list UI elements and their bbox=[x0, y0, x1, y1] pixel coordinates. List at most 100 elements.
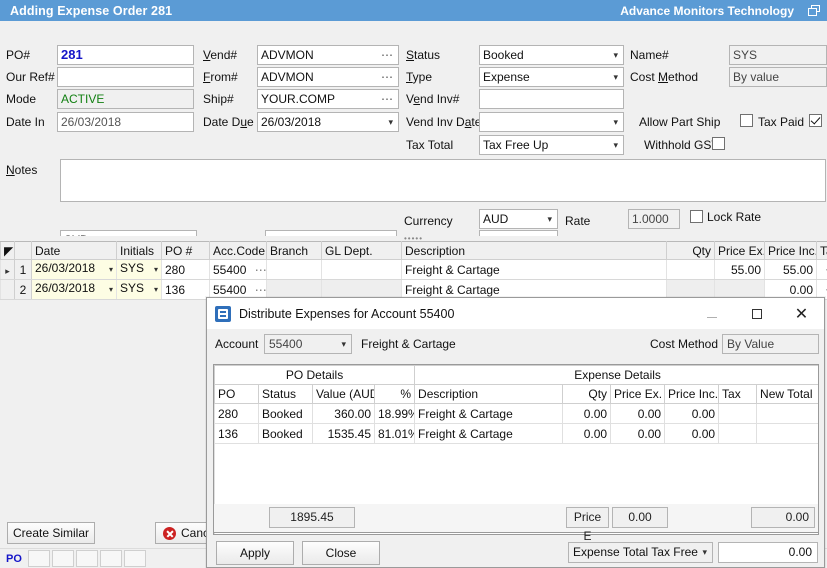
chevron-down-icon[interactable] bbox=[613, 68, 618, 87]
mcol-qty[interactable]: Qty bbox=[563, 385, 611, 404]
col-gldept[interactable]: GL Dept. bbox=[322, 242, 402, 260]
mcell-tax[interactable] bbox=[719, 424, 757, 444]
mcell-description[interactable]: Freight & Cartage bbox=[415, 424, 563, 444]
grid-corner-cell[interactable]: ◤ bbox=[1, 242, 15, 260]
mcell-value[interactable]: 1535.45 bbox=[313, 424, 375, 444]
cell-date[interactable]: 26/03/2018 ▾ bbox=[32, 260, 117, 280]
cell-tax[interactable]: ▾ bbox=[817, 260, 827, 280]
mcell-tax[interactable] bbox=[719, 404, 757, 424]
mcell-po[interactable]: 136 bbox=[215, 424, 259, 444]
name-field[interactable]: SYS bbox=[729, 45, 827, 65]
mcell-pct[interactable]: 18.99% bbox=[375, 404, 415, 424]
mcol-new-total[interactable]: New Total bbox=[757, 385, 819, 404]
ship-lookup-icon[interactable]: ⋯ bbox=[381, 90, 394, 108]
mcell-qty[interactable]: 0.00 bbox=[563, 404, 611, 424]
cell-price-inc[interactable]: 55.00 bbox=[765, 260, 817, 280]
chevron-down-icon[interactable] bbox=[613, 113, 618, 132]
mcol-status[interactable]: Status bbox=[259, 385, 313, 404]
notes-field[interactable] bbox=[60, 159, 826, 202]
cell-gldept[interactable] bbox=[322, 260, 402, 280]
po-field[interactable]: 281 bbox=[57, 45, 194, 65]
date-due-field[interactable]: 26/03/2018 bbox=[257, 112, 399, 132]
mcell-price-inc[interactable]: 0.00 bbox=[665, 424, 719, 444]
chevron-down-icon[interactable] bbox=[613, 46, 618, 65]
col-date[interactable]: Date bbox=[32, 242, 117, 260]
col-acccode[interactable]: Acc.Code bbox=[210, 242, 267, 260]
cell-branch[interactable] bbox=[267, 260, 322, 280]
cell-po[interactable]: 280 bbox=[162, 260, 210, 280]
history-icon[interactable] bbox=[124, 550, 146, 567]
vend-inv-date-field[interactable] bbox=[479, 112, 624, 132]
mcol-tax[interactable]: Tax bbox=[719, 385, 757, 404]
mcol-po[interactable]: PO bbox=[215, 385, 259, 404]
col-qty[interactable]: Qty bbox=[667, 242, 715, 260]
mcol-price-ex[interactable]: Price Ex. bbox=[611, 385, 665, 404]
acccode-lookup-icon[interactable]: ⋯ bbox=[255, 283, 267, 297]
cell-date[interactable]: 26/03/2018 ▾ bbox=[32, 280, 117, 300]
rate-field[interactable]: 1.0000 bbox=[628, 209, 680, 229]
restore-icon[interactable] bbox=[808, 5, 821, 17]
maximize-icon[interactable] bbox=[734, 298, 779, 329]
chevron-down-icon[interactable] bbox=[388, 113, 393, 132]
vend-lookup-icon[interactable]: ⋯ bbox=[381, 46, 394, 64]
date-in-field[interactable]: 26/03/2018 bbox=[57, 112, 194, 132]
table-row[interactable]: ▸ 1 26/03/2018 ▾ SYS ▾ 280 55400 ⋯ bbox=[1, 260, 827, 280]
cell-acccode[interactable]: 55400 ⋯ bbox=[210, 260, 267, 280]
clipboard-icon[interactable] bbox=[100, 550, 122, 567]
chevron-down-icon[interactable] bbox=[702, 543, 707, 562]
cell-qty[interactable] bbox=[667, 260, 715, 280]
chevron-down-icon[interactable]: ▾ bbox=[109, 281, 113, 299]
mcell-po[interactable]: 280 bbox=[215, 404, 259, 424]
mcell-qty[interactable]: 0.00 bbox=[563, 424, 611, 444]
document-icon[interactable] bbox=[28, 550, 50, 567]
cell-description[interactable]: Freight & Cartage bbox=[402, 260, 667, 280]
lock-rate-checkbox[interactable] bbox=[690, 210, 703, 223]
mcol-value[interactable]: Value (AUD) bbox=[313, 385, 375, 404]
col-initials[interactable]: Initials bbox=[117, 242, 162, 260]
table-row[interactable]: 136 Booked 1535.45 81.01% Freight & Cart… bbox=[215, 424, 820, 444]
col-description[interactable]: Description bbox=[402, 242, 667, 260]
mcell-new-total[interactable] bbox=[757, 424, 819, 444]
package-icon[interactable] bbox=[52, 550, 74, 567]
mcol-price-inc[interactable]: Price Inc. bbox=[665, 385, 719, 404]
chevron-down-icon[interactable] bbox=[613, 136, 618, 155]
mcol-description[interactable]: Description bbox=[415, 385, 563, 404]
minimize-icon[interactable] bbox=[689, 298, 734, 329]
mcell-status[interactable]: Booked bbox=[259, 424, 313, 444]
close-button[interactable]: Close bbox=[302, 541, 380, 565]
row-selector[interactable] bbox=[1, 280, 15, 300]
vend-field[interactable]: ADVMON ⋯ bbox=[257, 45, 399, 65]
cell-price-ex[interactable]: 55.00 bbox=[715, 260, 765, 280]
acccode-lookup-icon[interactable]: ⋯ bbox=[255, 263, 267, 277]
col-branch[interactable]: Branch bbox=[267, 242, 322, 260]
chevron-down-icon[interactable]: ▾ bbox=[154, 281, 158, 299]
type-field[interactable]: Expense bbox=[479, 67, 624, 87]
mcell-value[interactable]: 360.00 bbox=[313, 404, 375, 424]
mcell-pct[interactable]: 81.01% bbox=[375, 424, 415, 444]
col-price-ex[interactable]: Price Ex. bbox=[715, 242, 765, 260]
row-selector[interactable]: ▸ bbox=[1, 260, 15, 280]
mcell-price-ex[interactable]: 0.00 bbox=[611, 424, 665, 444]
apply-button[interactable]: Apply bbox=[216, 541, 294, 565]
mcell-status[interactable]: Booked bbox=[259, 404, 313, 424]
col-tax[interactable]: Tax bbox=[817, 242, 827, 260]
mcell-new-total[interactable] bbox=[757, 404, 819, 424]
mcol-pct[interactable]: % bbox=[375, 385, 415, 404]
create-similar-button[interactable]: Create Similar bbox=[7, 522, 95, 544]
dialog-account-field[interactable]: 55400 bbox=[264, 334, 352, 354]
cell-initials[interactable]: SYS ▾ bbox=[117, 280, 162, 300]
close-icon[interactable]: ✕ bbox=[779, 298, 824, 329]
cell-po[interactable]: 136 bbox=[162, 280, 210, 300]
currency-field[interactable]: AUD bbox=[479, 209, 558, 229]
status-field[interactable]: Booked bbox=[479, 45, 624, 65]
from-field[interactable]: ADVMON ⋯ bbox=[257, 67, 399, 87]
expense-total-input[interactable]: 0.00 bbox=[718, 542, 818, 563]
mcell-price-inc[interactable]: 0.00 bbox=[665, 404, 719, 424]
table-row[interactable]: 280 Booked 360.00 18.99% Freight & Carta… bbox=[215, 404, 820, 424]
vend-inv-field[interactable] bbox=[479, 89, 624, 109]
from-lookup-icon[interactable]: ⋯ bbox=[381, 68, 394, 86]
tax-total-field[interactable]: Tax Free Up bbox=[479, 135, 624, 155]
ship-field[interactable]: YOUR.COMP ⋯ bbox=[257, 89, 399, 109]
cost-method-field[interactable]: By value bbox=[729, 67, 827, 87]
chevron-down-icon[interactable]: ▾ bbox=[154, 261, 158, 279]
